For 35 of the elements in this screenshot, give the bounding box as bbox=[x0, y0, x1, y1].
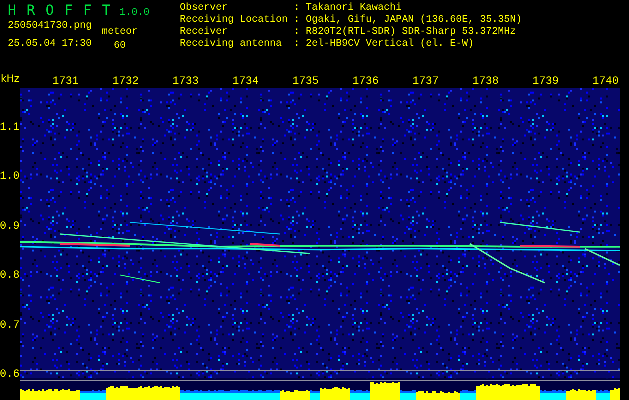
axis-tick-label: 0.9 bbox=[0, 220, 20, 233]
axis-tick-label: 0.8 bbox=[0, 270, 20, 282]
info-separator: : bbox=[294, 27, 300, 39]
time-label: 1736 bbox=[352, 76, 380, 88]
time-label: 1735 bbox=[292, 76, 320, 88]
info-separator: : bbox=[294, 15, 300, 27]
time-label: 1740 bbox=[592, 76, 620, 88]
app-title: H R O F F T bbox=[8, 3, 112, 19]
info-value: R820T2(RTL-SDR) SDR-Sharp 53.372MHz bbox=[306, 27, 518, 38]
time-label: 1732 bbox=[112, 76, 140, 88]
time-label: 1731 bbox=[52, 76, 80, 88]
file-name: 2505041730.png bbox=[8, 21, 92, 33]
info-label: Receiving Location bbox=[180, 15, 288, 26]
info-label: Receiver bbox=[180, 27, 230, 38]
version-label: 1.0.0 bbox=[120, 8, 150, 19]
count-value: 60 bbox=[114, 41, 126, 53]
info-value: 2el-HB9CV Vertical (el. E-W) bbox=[306, 39, 476, 51]
info-separator: : bbox=[294, 39, 300, 51]
time-label: 1733 bbox=[172, 76, 200, 88]
mode-label: meteor bbox=[102, 27, 138, 39]
axis-tick-label: 0.7 bbox=[0, 320, 20, 332]
axis-tick-label: 1.1 bbox=[0, 122, 20, 134]
axis-tick-label: 0.6 bbox=[0, 369, 20, 382]
info-label: Receiving antenna bbox=[180, 39, 284, 51]
unit-label: kHz bbox=[1, 74, 20, 86]
time-label: 1734 bbox=[232, 76, 260, 88]
info-value: Ogaki, Gifu, JAPAN (136.60E, 35.35N) bbox=[306, 15, 522, 26]
time-label: 1737 bbox=[412, 76, 440, 88]
time-label: 1738 bbox=[472, 76, 500, 88]
info-separator: : bbox=[294, 3, 300, 15]
axis-tick-label: 1.0 bbox=[0, 171, 20, 184]
info-value: Takanori Kawachi bbox=[306, 3, 404, 14]
date-time: 25.05.04 17:30 bbox=[8, 39, 92, 51]
time-label: 1739 bbox=[532, 76, 560, 88]
info-label: Observer bbox=[180, 3, 230, 14]
